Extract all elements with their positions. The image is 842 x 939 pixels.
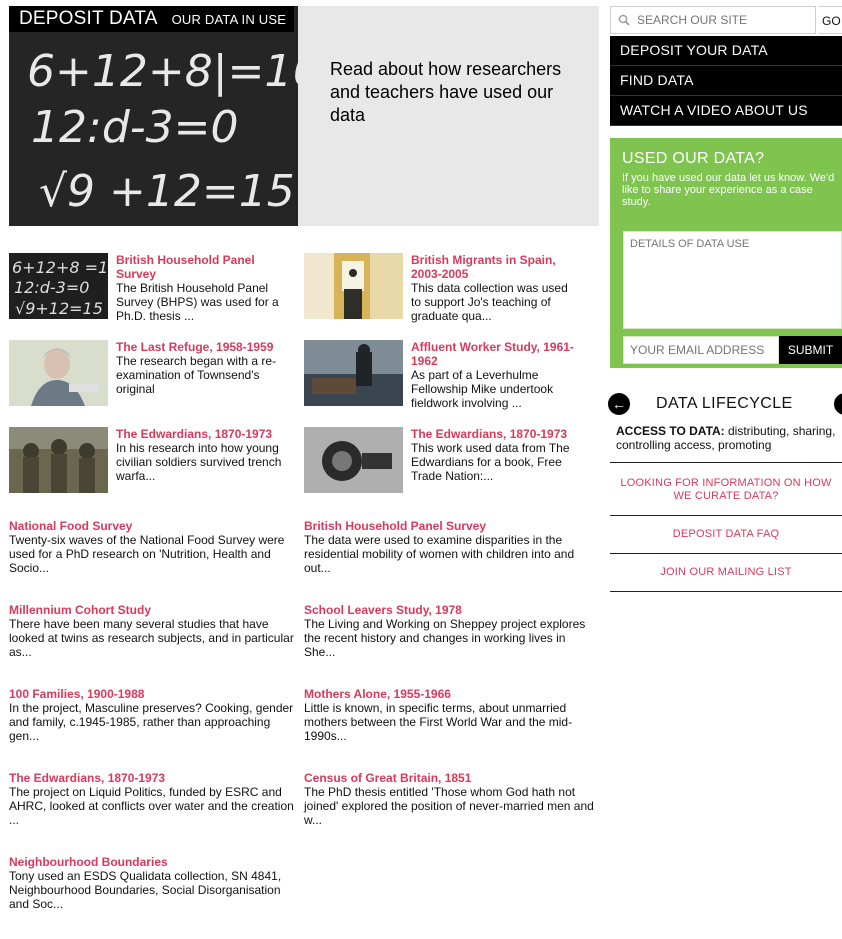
featured-desc: This work used data from The Edwardians … [411, 441, 570, 483]
arrow-right-icon[interactable] [834, 393, 842, 415]
list-item-desc: Tony used an ESDS Qualidata collection, … [9, 869, 282, 911]
svg-text:6+12+8|=16: 6+12+8|=16 [27, 46, 298, 97]
list-item-title[interactable]: British Household Panel Survey [304, 519, 594, 533]
list-item[interactable]: National Food Survey Twenty-six waves of… [9, 519, 299, 603]
sidebar: GO DEPOSIT YOUR DATA FIND DATA WATCH A V… [608, 6, 842, 592]
study-list-left: National Food Survey Twenty-six waves of… [9, 519, 299, 939]
featured-title[interactable]: The Edwardians, 1870-1973 [411, 427, 581, 441]
list-item-desc: Little is known, in specific terms, abou… [304, 701, 573, 743]
study-list-right: British Household Panel Survey The data … [304, 519, 594, 855]
list-item-title[interactable]: 100 Families, 1900-1988 [9, 687, 299, 701]
featured-left-column: 6+12+8 =16 12:d-3=0 √9+12=15 British Hou… [9, 253, 294, 514]
chalkboard-graphic: 6+12+8|=16 12:d-3=0 √9 +12=15 [9, 6, 298, 226]
featured-title[interactable]: The Last Refuge, 1958-1959 [116, 340, 286, 354]
list-item-title[interactable]: Mothers Alone, 1955-1966 [304, 687, 594, 701]
list-item[interactable]: Neighbourhood Boundaries Tony used an ES… [9, 855, 299, 939]
lifecycle-label: ACCESS TO DATA: [616, 424, 725, 438]
featured-title[interactable]: The Edwardians, 1870-1973 [116, 427, 286, 441]
list-item-desc: The PhD thesis entitled 'Those whom God … [304, 785, 594, 827]
nav-find-data[interactable]: FIND DATA [610, 66, 842, 96]
arrow-left-icon[interactable]: ← [608, 393, 630, 415]
list-item[interactable]: 100 Families, 1900-1988 In the project, … [9, 687, 299, 771]
hero-chalkboard-image: 6+12+8|=16 12:d-3=0 √9 +12=15 [9, 6, 298, 226]
list-item-desc: Twenty-six waves of the National Food Su… [9, 533, 285, 575]
list-item[interactable]: School Leavers Study, 1978 The Living an… [304, 603, 594, 687]
featured-desc: This data collection was used to support… [411, 281, 568, 323]
svg-text:√9+12=15: √9+12=15 [15, 299, 103, 318]
list-item-title[interactable]: Neighbourhood Boundaries [9, 855, 299, 869]
link-curate-data[interactable]: LOOKING FOR INFORMATION ON HOW WE CURATE… [610, 463, 842, 516]
list-item-title[interactable]: Millennium Cohort Study [9, 603, 299, 617]
tab-our-data-in-use[interactable]: OUR DATA IN USE [172, 7, 286, 33]
featured-thumbnail[interactable] [304, 253, 403, 319]
list-item-desc: The data were used to examine disparitie… [304, 533, 575, 575]
list-item-title[interactable]: The Edwardians, 1870-1973 [9, 771, 299, 785]
svg-text:12:d-3=0: 12:d-3=0 [31, 102, 238, 153]
svg-text:√9 +12=15: √9 +12=15 [39, 166, 295, 217]
list-item-desc: The project on Liquid Politics, funded b… [9, 785, 294, 827]
featured-thumbnail[interactable] [9, 340, 108, 406]
link-mailing-list[interactable]: JOIN OUR MAILING LIST [610, 554, 842, 592]
list-item[interactable]: Mothers Alone, 1955-1966 Little is known… [304, 687, 594, 771]
data-lifecycle-header: ← DATA LIFECYCLE [608, 386, 842, 424]
hero-tabs: DEPOSIT DATA OUR DATA IN USE [9, 6, 295, 33]
lifecycle-description: ACCESS TO DATA: distributing, sharing, c… [610, 424, 842, 463]
nav-watch-video[interactable]: WATCH A VIDEO ABOUT US [610, 96, 842, 126]
featured-desc: The British Household Panel Survey (BHPS… [116, 281, 279, 323]
tab-deposit-data[interactable]: DEPOSIT DATA [19, 6, 158, 32]
hero-banner[interactable]: 6+12+8|=16 12:d-3=0 √9 +12=15 DEPOSIT DA… [9, 6, 599, 226]
data-lifecycle-title: DATA LIFECYCLE [656, 395, 793, 412]
list-item-title[interactable]: National Food Survey [9, 519, 299, 533]
email-field[interactable] [623, 336, 779, 364]
featured-item[interactable]: The Edwardians, 1870-1973 In his researc… [9, 427, 294, 514]
svg-text:6+12+8 =16: 6+12+8 =16 [12, 258, 108, 277]
svg-text:12:d-3=0: 12:d-3=0 [14, 278, 89, 297]
featured-title[interactable]: British Migrants in Spain, 2003-2005 [411, 253, 581, 281]
featured-thumbnail[interactable] [304, 340, 403, 406]
list-item[interactable]: Census of Great Britain, 1851 The PhD th… [304, 771, 594, 855]
link-deposit-faq[interactable]: DEPOSIT DATA FAQ [610, 516, 842, 554]
featured-thumbnail[interactable] [304, 427, 403, 493]
list-item[interactable]: Millennium Cohort Study There have been … [9, 603, 299, 687]
used-our-data-text: If you have used our data let us know. W… [622, 172, 835, 208]
featured-item[interactable]: The Edwardians, 1870-1973 This work used… [304, 427, 589, 514]
submit-button[interactable]: SUBMIT [779, 336, 842, 364]
featured-desc: In his research into how young civilian … [116, 441, 282, 483]
featured-item[interactable]: Affluent Worker Study, 1961-1962 As part… [304, 340, 589, 427]
featured-desc: As part of a Leverhulme Fellowship Mike … [411, 368, 554, 410]
featured-thumbnail[interactable] [9, 427, 108, 493]
featured-thumbnail[interactable]: 6+12+8 =16 12:d-3=0 √9+12=15 [9, 253, 108, 319]
list-item-title[interactable]: Census of Great Britain, 1851 [304, 771, 594, 785]
details-of-data-use-field[interactable] [623, 231, 842, 329]
search-input[interactable] [610, 6, 816, 34]
featured-title[interactable]: British Household Panel Survey [116, 253, 286, 281]
featured-title[interactable]: Affluent Worker Study, 1961-1962 [411, 340, 581, 368]
list-item[interactable]: The Edwardians, 1870-1973 The project on… [9, 771, 299, 855]
list-item-desc: In the project, Masculine preserves? Coo… [9, 701, 294, 743]
search-bar: GO [610, 6, 842, 36]
search-go-button[interactable]: GO [818, 6, 842, 34]
nav-deposit-your-data[interactable]: DEPOSIT YOUR DATA [610, 36, 842, 66]
list-item-desc: There have been many several studies tha… [9, 617, 294, 659]
used-our-data-title: USED OUR DATA? [622, 150, 765, 167]
hero-text[interactable]: Read about how researchers and teachers … [330, 58, 570, 127]
featured-desc: The research began with a re-examination… [116, 354, 277, 396]
featured-right-column: British Migrants in Spain, 2003-2005 Thi… [304, 253, 589, 514]
list-item[interactable]: British Household Panel Survey The data … [304, 519, 594, 603]
featured-item[interactable]: 6+12+8 =16 12:d-3=0 √9+12=15 British Hou… [9, 253, 294, 340]
list-item-desc: The Living and Working on Sheppey projec… [304, 617, 586, 659]
search-icon [618, 14, 630, 26]
featured-item[interactable]: British Migrants in Spain, 2003-2005 Thi… [304, 253, 589, 340]
used-our-data-form: USED OUR DATA? If you have used our data… [610, 138, 842, 368]
featured-item[interactable]: The Last Refuge, 1958-1959 The research … [9, 340, 294, 427]
list-item-title[interactable]: School Leavers Study, 1978 [304, 603, 594, 617]
